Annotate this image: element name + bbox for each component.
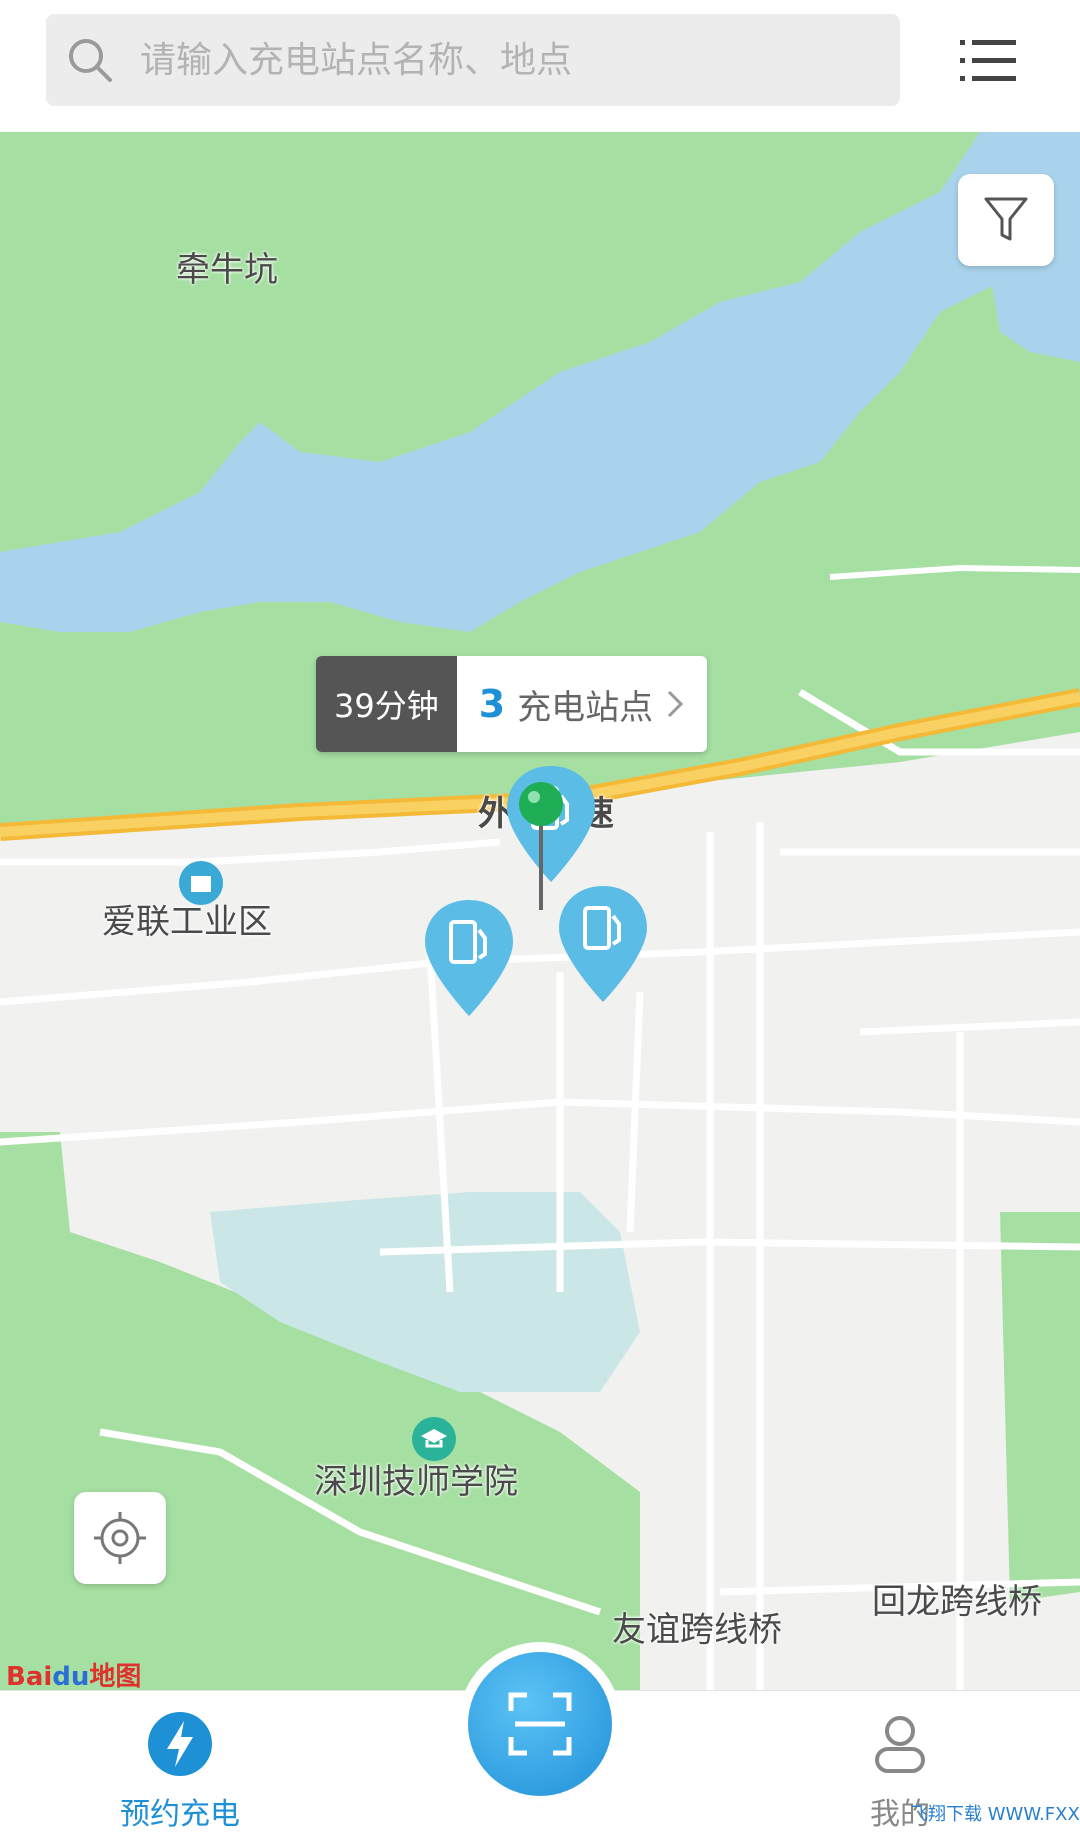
tab-reserve-charging-label: 预约充电 xyxy=(120,1797,240,1832)
map-label-bridge-huilong: 回龙跨线桥 xyxy=(872,1582,1042,1622)
map-label-bridge-youyi: 友谊跨线桥 xyxy=(612,1610,782,1650)
menu-icon[interactable] xyxy=(960,36,1016,86)
crosshair-icon xyxy=(94,1512,146,1564)
search-icon xyxy=(69,39,112,82)
charging-station-pin[interactable] xyxy=(555,882,651,1006)
station-count: 3 充电站点 xyxy=(456,656,708,752)
scan-button[interactable] xyxy=(468,1652,612,1796)
baidu-map-logo: Baidu地图 xyxy=(6,1662,142,1690)
locate-me-button[interactable] xyxy=(74,1492,166,1584)
chevron-right-icon xyxy=(668,690,684,718)
top-bar xyxy=(0,0,1080,132)
lightning-icon xyxy=(148,1712,212,1776)
map-label-village: 牵牛坑 xyxy=(176,250,278,290)
tab-reserve-charging[interactable]: 预约充电 xyxy=(70,1709,290,1833)
user-icon xyxy=(875,1716,925,1773)
filter-button[interactable] xyxy=(958,174,1054,266)
charging-station-pin[interactable] xyxy=(421,896,517,1020)
search-input[interactable] xyxy=(138,38,842,82)
current-location-pin xyxy=(519,782,563,910)
scan-icon xyxy=(508,1692,572,1756)
search-bar[interactable] xyxy=(46,14,900,106)
travel-time: 39分钟 xyxy=(316,656,457,752)
station-count-number: 3 xyxy=(478,682,506,726)
watermark: 飞翔下载 WWW.FXXZ.COM xyxy=(910,1804,1080,1825)
filter-icon xyxy=(984,197,1028,241)
graduation-cap-icon xyxy=(412,1417,456,1461)
factory-icon xyxy=(179,861,223,905)
map-view[interactable]: 牵牛坑 外环高速 爱联工业区 深圳技师学院 友谊跨线桥 回龙跨线桥 39分钟 xyxy=(0,132,1080,1690)
station-count-label: 充电站点 xyxy=(517,687,654,728)
station-count-callout[interactable]: 39分钟 3 充电站点 xyxy=(316,656,708,752)
